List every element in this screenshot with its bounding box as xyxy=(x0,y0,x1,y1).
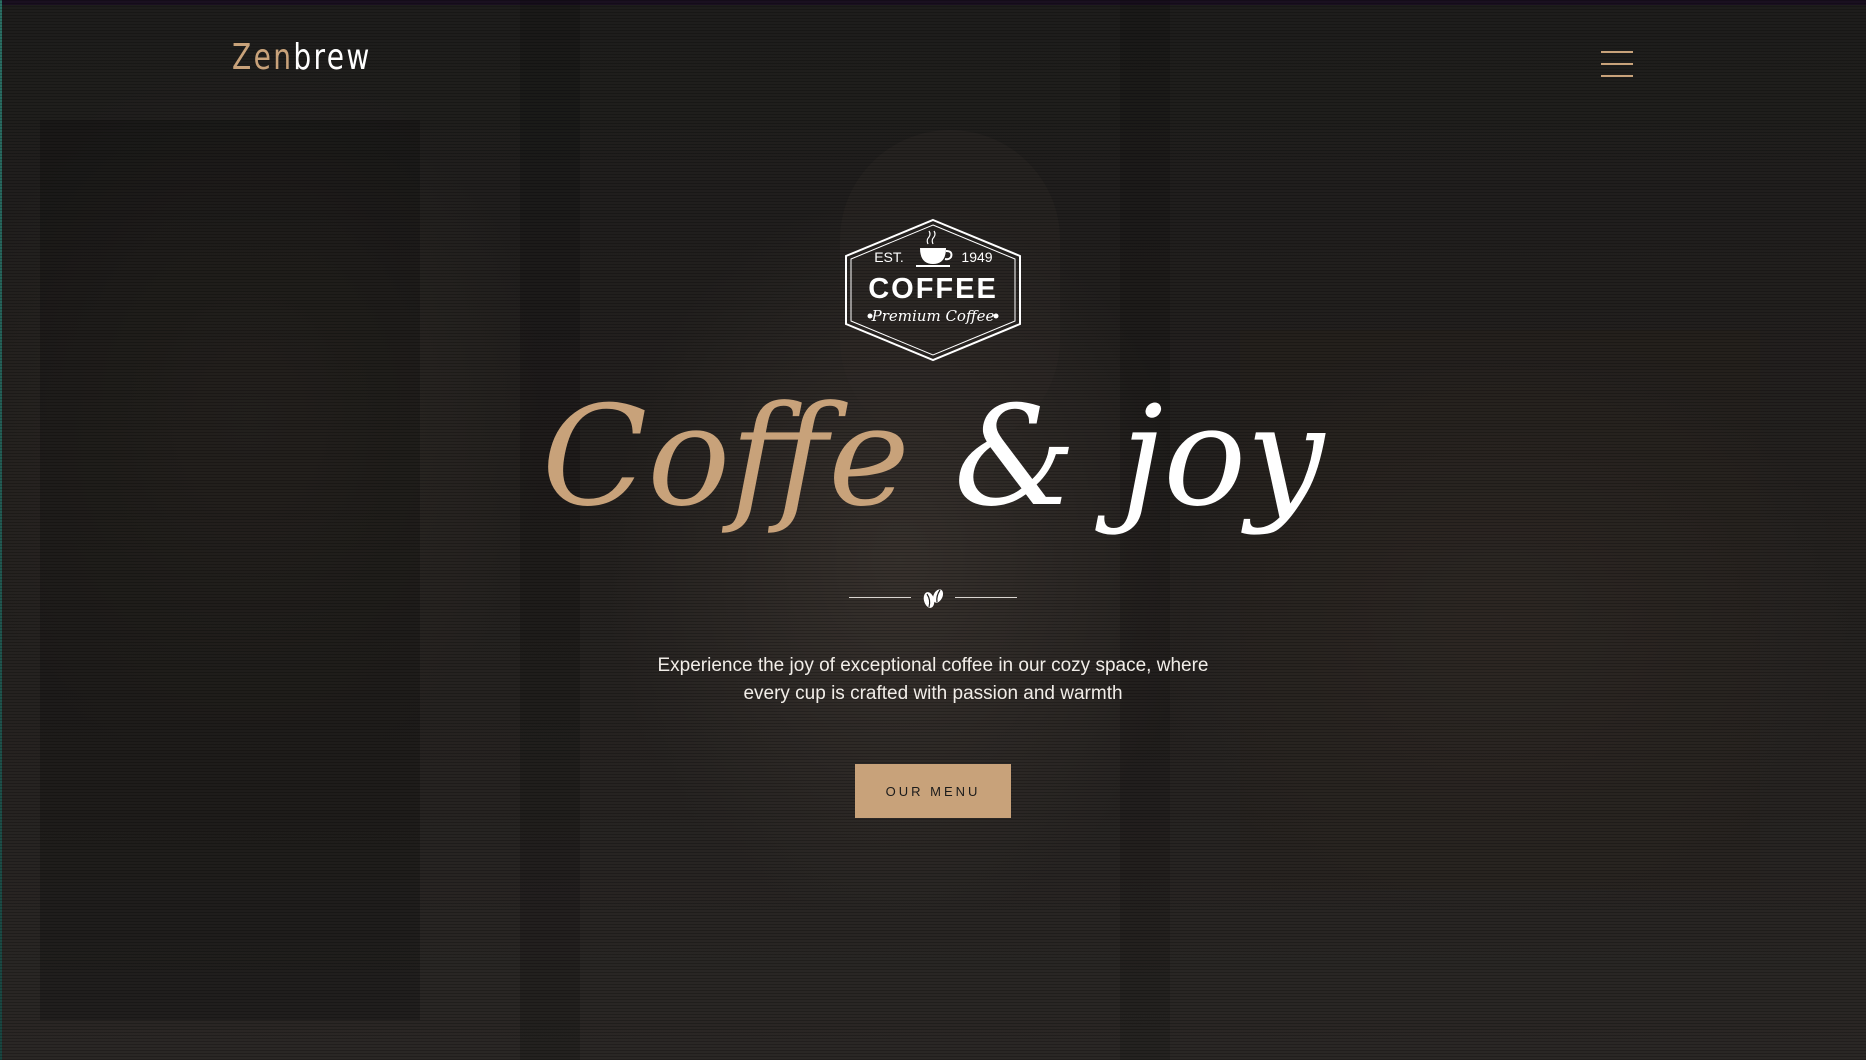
divider-line-left xyxy=(849,597,911,598)
site-logo[interactable]: Zenbrew xyxy=(232,40,372,76)
badge-year: 1949 xyxy=(961,249,992,265)
hero-section: Zenbrew EST. 1949 COFFEE Premium Coffee … xyxy=(0,0,1866,1060)
badge-title: COFFEE xyxy=(868,273,998,305)
coffee-bean-icon xyxy=(923,589,944,608)
hamburger-line xyxy=(1601,75,1633,77)
hamburger-icon[interactable] xyxy=(1601,50,1633,78)
hero-headline: Coffe & joy xyxy=(433,376,1433,537)
logo-text-brew: brew xyxy=(293,37,372,78)
top-strip xyxy=(0,0,1866,5)
divider-line-right xyxy=(955,597,1017,598)
description-line-1: Experience the joy of exceptional coffee… xyxy=(657,655,1209,676)
hero-description: Experience the joy of exceptional coffee… xyxy=(633,652,1233,708)
hamburger-line xyxy=(1601,51,1633,53)
badge-subtitle: Premium Coffee xyxy=(871,307,995,325)
description-line-2: every cup is crafted with passion and wa… xyxy=(743,683,1123,704)
background-shelf xyxy=(40,120,420,1020)
hamburger-line xyxy=(1601,63,1633,65)
badge-est-label: EST. xyxy=(874,249,904,265)
left-edge xyxy=(0,0,2,1060)
coffee-badge: EST. 1949 COFFEE Premium Coffee xyxy=(845,218,1021,362)
section-divider xyxy=(849,586,1017,610)
logo-text-zen: Zen xyxy=(232,37,294,78)
headline-and-joy: & joy xyxy=(953,376,1325,537)
coffee-cup-icon xyxy=(916,230,953,267)
our-menu-button[interactable]: OUR MENU xyxy=(855,764,1011,818)
headline-coffe: Coffe xyxy=(541,376,910,537)
